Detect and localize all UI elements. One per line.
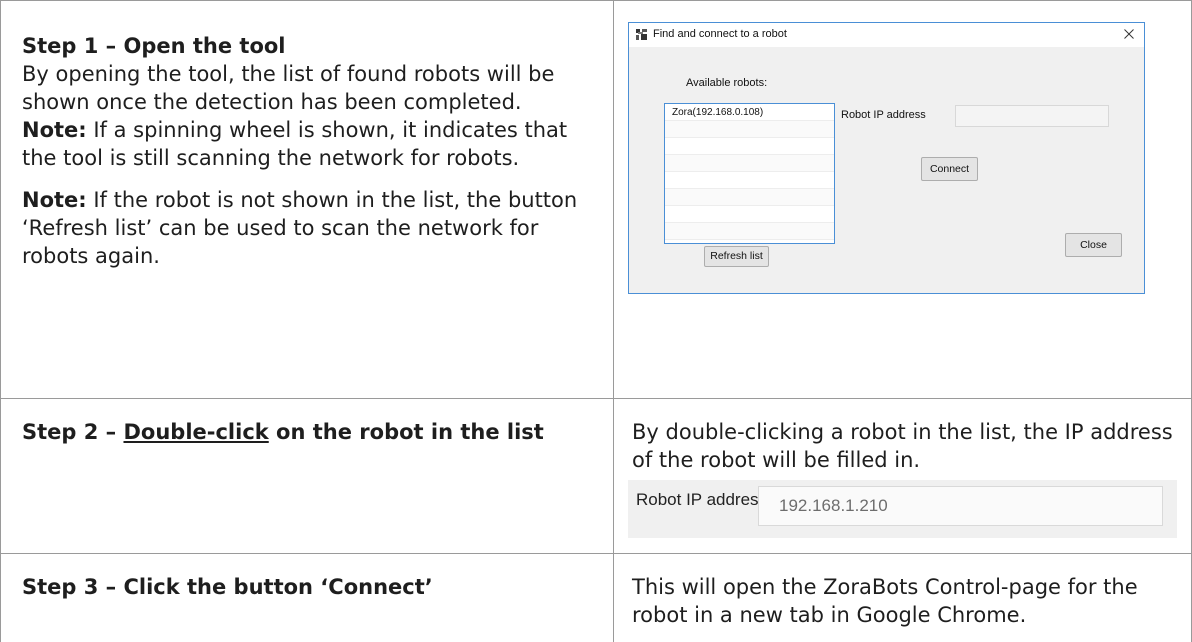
robot-list-item[interactable] — [665, 206, 834, 223]
step1-note2-text: If the robot is not shown in the list, t… — [22, 188, 578, 268]
step2-body: By double-clicking a robot in the list, … — [632, 420, 1173, 472]
step2-heading-suffix: on the robot in the list — [268, 420, 544, 444]
robot-list-item[interactable] — [665, 172, 834, 189]
robot-list-item[interactable]: Zora(192.168.0.108) — [665, 104, 834, 121]
robot-list[interactable]: Zora(192.168.0.108) — [664, 103, 835, 244]
step1-note1-text: If a spinning wheel is shown, it indicat… — [22, 118, 568, 170]
step1-note1-label: Note: — [22, 118, 87, 142]
step3-body: This will open the ZoraBots Control-page… — [632, 575, 1138, 627]
refresh-list-button[interactable]: Refresh list — [704, 246, 769, 267]
table-border-left — [0, 0, 1, 642]
step1-body: By opening the tool, the list of found r… — [22, 62, 555, 114]
dialog-title-bar: Find and connect to a robot — [629, 23, 1144, 47]
close-button[interactable]: Close — [1065, 233, 1122, 257]
step3-heading: Step 3 – Click the button ‘Connect’ — [22, 575, 433, 599]
app-icon — [635, 28, 648, 41]
close-icon[interactable] — [1120, 25, 1138, 43]
step2-heading-prefix: Step 2 – — [22, 420, 124, 444]
robot-list-item[interactable] — [665, 138, 834, 155]
robot-list-item[interactable] — [665, 155, 834, 172]
table-border-top — [0, 0, 1192, 1]
dialog-title: Find and connect to a robot — [653, 28, 787, 40]
step1-text: Step 1 – Open the tool By opening the to… — [22, 32, 602, 284]
step1-heading: Step 1 – Open the tool — [22, 34, 286, 58]
snippet-ip-label: Robot IP address — [636, 490, 768, 509]
robot-list-item[interactable] — [665, 189, 834, 206]
ip-address-snippet: Robot IP address 192.168.1.210 — [628, 480, 1177, 538]
available-robots-label: Available robots: — [686, 77, 768, 89]
find-robot-dialog: Find and connect to a robot Available ro… — [628, 22, 1145, 294]
row-divider-1 — [0, 398, 1192, 399]
ip-address-input[interactable] — [955, 105, 1109, 127]
connect-button[interactable]: Connect — [921, 157, 978, 181]
step2-heading-link: Double-click — [123, 420, 269, 444]
ip-address-label: Robot IP address — [841, 109, 926, 121]
instruction-table: Step 1 – Open the tool By opening the to… — [0, 0, 1192, 642]
step2-heading: Step 2 – Double-click on the robot in th… — [22, 418, 607, 446]
row-divider-2 — [0, 553, 1192, 554]
table-border-middle — [613, 0, 614, 642]
robot-list-item[interactable] — [665, 223, 834, 240]
robot-list-item[interactable] — [665, 121, 834, 138]
step1-note2-label: Note: — [22, 188, 87, 212]
snippet-ip-input: 192.168.1.210 — [758, 486, 1163, 526]
